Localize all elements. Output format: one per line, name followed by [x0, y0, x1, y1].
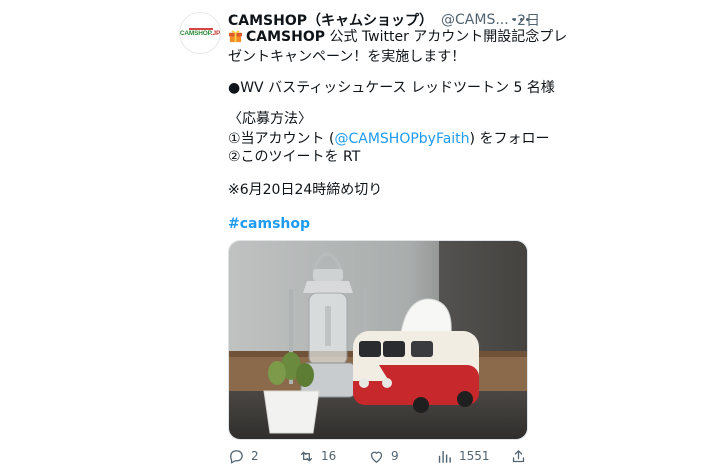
tweet-text-line-7: ※6月20日24時締め切り: [228, 182, 383, 198]
tweet-text-line-1: CAMSHOP 公式 Twitter アカウント開設記念プレ: [228, 27, 567, 47]
vw-bus-tissue-case: [353, 331, 479, 413]
tweet-text-line-5: ①当アカウント (@CAMSHOPbyFaith) をフォロー: [228, 131, 550, 147]
gift-icon: [228, 30, 243, 43]
retweet-button[interactable]: 16: [298, 445, 336, 467]
tweet-text-line-2: ゼントキャンペーン！を実施します！: [228, 49, 466, 65]
reply-button[interactable]: 2: [228, 445, 259, 467]
retweet-count: 16: [321, 449, 337, 463]
hashtag-link[interactable]: #camshop: [228, 214, 310, 234]
logo-stripe: [189, 28, 213, 30]
views-count: 1551: [459, 449, 490, 463]
mention-link[interactable]: @CAMSHOPbyFaith: [334, 131, 469, 147]
like-count: 9: [391, 449, 399, 463]
reply-icon: [230, 449, 243, 464]
share-button[interactable]: [510, 445, 533, 467]
tweet-text-line-4: 〈応募方法〉: [228, 111, 312, 127]
avatar[interactable]: CAMSHOP.JP: [179, 12, 221, 54]
tweet-text-line-6: ②このツイートを RT: [228, 149, 361, 165]
views-button[interactable]: 1551: [436, 445, 490, 467]
user-handle[interactable]: @CAMS...: [441, 12, 509, 28]
views-icon: [438, 450, 451, 463]
retweet-icon: [300, 451, 313, 461]
like-button[interactable]: 9: [368, 445, 399, 467]
tweet-photo[interactable]: [228, 240, 528, 440]
tweet-text-line-3: ●WV バスティッシュケース レッドツートン 5 名様: [228, 80, 555, 96]
more-options-icon[interactable]: [513, 12, 529, 26]
like-icon: [370, 451, 383, 463]
photo-illustration: [229, 241, 527, 439]
tweet-actions: 2 16 9 1551: [228, 445, 528, 467]
camshop-logo: CAMSHOP.JP: [179, 29, 221, 37]
share-icon: [512, 449, 525, 462]
reply-count: 2: [251, 449, 259, 463]
brand-name-bold: CAMSHOP: [246, 29, 326, 45]
